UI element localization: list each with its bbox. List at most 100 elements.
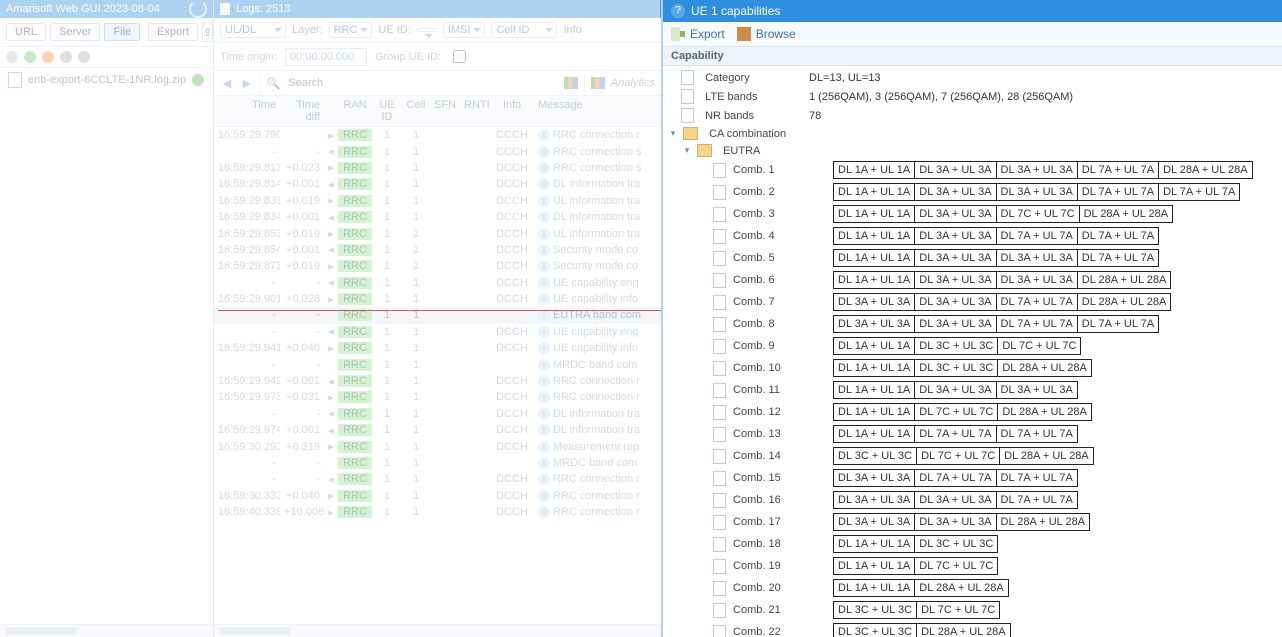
tree-row-comb[interactable]: Comb. 12DL 1A + UL 1ADL 7C + UL 7CDL 28A… xyxy=(663,401,1282,423)
info-icon: i xyxy=(538,441,550,453)
col-ran[interactable]: RAN xyxy=(338,96,372,126)
file-row[interactable]: enb-export-6CCLTE-1NR.log.zip xyxy=(0,68,213,92)
table-row[interactable]: 16:59:29.813+0.023▸RRC11DCCHiRRC connect… xyxy=(214,160,661,176)
table-row[interactable]: --RRC11iMRDC band com xyxy=(214,455,661,471)
analytics-icon[interactable] xyxy=(591,77,605,89)
tree-row-comb[interactable]: Comb. 13DL 1A + UL 1ADL 7A + UL 7ADL 7A … xyxy=(663,423,1282,445)
table-row[interactable]: 16:59:29.790▸RRC11CCCHiRRC connection r xyxy=(214,127,661,143)
tree-row-comb[interactable]: Comb. 18DL 1A + UL 1ADL 3C + UL 3C xyxy=(663,533,1282,555)
tree-row-comb[interactable]: Comb. 14DL 3C + UL 3CDL 7C + UL 7CDL 28A… xyxy=(663,445,1282,467)
chevron-down-icon[interactable] xyxy=(667,128,679,139)
table-row[interactable]: --◂RRC11DCCHiUE capability enq xyxy=(214,324,661,340)
export-button[interactable]: Export xyxy=(671,27,725,41)
document-icon xyxy=(713,251,726,266)
table-row[interactable]: 16:59:29.834+0.001◂RRC11DCCHiDL informat… xyxy=(214,209,661,225)
group-checkbox[interactable] xyxy=(453,50,466,63)
comb-cells: DL 1A + UL 1ADL 3A + UL 3ADL 3A + UL 3AD… xyxy=(833,247,1159,269)
col-info[interactable]: Info xyxy=(492,96,532,126)
tree-row-comb[interactable]: Comb. 8DL 3A + UL 3ADL 3A + UL 3ADL 7A +… xyxy=(663,313,1282,335)
search-input[interactable] xyxy=(286,76,558,90)
tree-row-comb[interactable]: Comb. 4DL 1A + UL 1ADL 3A + UL 3ADL 7A +… xyxy=(663,225,1282,247)
comb-cell: DL 28A + UL 28A xyxy=(1000,447,1094,465)
browse-button[interactable]: Browse xyxy=(737,27,796,41)
tree-row-comb[interactable]: Comb. 21DL 3C + UL 3CDL 7C + UL 7C xyxy=(663,599,1282,621)
table-row[interactable]: --◂RRC11DCCHiRRC connection r xyxy=(214,471,661,487)
tree-row-comb[interactable]: Comb. 3DL 1A + UL 1ADL 3A + UL 3ADL 7C +… xyxy=(663,203,1282,225)
tree-row-comb[interactable]: Comb. 15DL 3A + UL 3ADL 7A + UL 7ADL 7A … xyxy=(663,467,1282,489)
tree-row-eutra[interactable]: EUTRA xyxy=(663,142,1282,159)
tree-row-comb[interactable]: Comb. 9DL 1A + UL 1ADL 3C + UL 3CDL 7C +… xyxy=(663,335,1282,357)
next-icon[interactable]: ► xyxy=(240,75,254,91)
tree-row-comb[interactable]: Comb. 7DL 3A + UL 3ADL 3A + UL 3ADL 7A +… xyxy=(663,291,1282,313)
table-row[interactable]: 16:59:30.293+0.319▸RRC11DCCHiMeasurement… xyxy=(214,438,661,454)
document-icon xyxy=(713,163,726,178)
tab-server[interactable]: Server xyxy=(50,23,100,41)
tree-row-comb[interactable]: Comb. 16DL 3A + UL 3ADL 3A + UL 3ADL 7A … xyxy=(663,489,1282,511)
table-row[interactable]: --◂RRC11DCCHiUE capability enq xyxy=(214,275,661,291)
col-message[interactable]: Message xyxy=(532,96,661,126)
table-row[interactable]: 16:59:30.333+0.040▸RRC11DCCHiRRC connect… xyxy=(214,488,661,504)
table-row[interactable]: 16:59:29.814+0.001◂RRC11DCCHiDL informat… xyxy=(214,176,661,192)
refresh-icon[interactable] xyxy=(189,0,207,18)
table-row[interactable]: 16:59:29.973+0.031▸RRC11DCCHiRRC connect… xyxy=(214,389,661,405)
table-row[interactable]: --◂RRC11DCCHiDL information tra xyxy=(214,406,661,422)
col-time[interactable]: Time xyxy=(214,96,280,126)
document-icon xyxy=(713,383,726,398)
table-row[interactable]: 16:59:29.942+0.001◂RRC11DCCHiRRC connect… xyxy=(214,373,661,389)
table-row[interactable]: --RRC11iMRDC band com xyxy=(214,356,661,372)
col-ueid[interactable]: UE ID xyxy=(372,96,402,126)
table-row[interactable]: 16:59:29.873+0.019▸RRC11DCCHiSecurity mo… xyxy=(214,258,661,274)
help-icon[interactable]: ? xyxy=(671,4,685,18)
imsi-select[interactable]: IMSI xyxy=(443,22,486,38)
table-row[interactable]: 16:59:29.974+0.001◂RRC11DCCHiDL informat… xyxy=(214,422,661,438)
upload-icon[interactable]: ⇪ xyxy=(202,22,213,42)
chevron-down-icon[interactable] xyxy=(681,145,693,156)
tab-file[interactable]: File xyxy=(104,23,140,41)
tree-row-comb[interactable]: Comb. 22DL 3C + UL 3CDL 28A + UL 28A xyxy=(663,621,1282,637)
hscrollbar[interactable] xyxy=(0,624,213,637)
col-rnti[interactable]: RNTI xyxy=(460,96,492,126)
tree-row-comb[interactable]: Comb. 2DL 1A + UL 1ADL 3A + UL 3ADL 3A +… xyxy=(663,181,1282,203)
tree-row-category[interactable]: Category DL=13, UL=13 xyxy=(663,68,1282,87)
tree-row-comb[interactable]: Comb. 19DL 1A + UL 1ADL 7C + UL 7C xyxy=(663,555,1282,577)
tree-row-lte[interactable]: LTE bands 1 (256QAM), 3 (256QAM), 7 (256… xyxy=(663,87,1282,106)
table-row[interactable]: 16:59:29.853+0.019▸RRC11DCCHiUL informat… xyxy=(214,225,661,241)
col-timediff[interactable]: Time diff xyxy=(280,96,324,126)
ueid-select[interactable] xyxy=(417,28,437,32)
tree-row-ca[interactable]: CA combination xyxy=(663,125,1282,142)
tab-url[interactable]: URL xyxy=(6,23,46,41)
table-row[interactable]: 16:59:29.854+0.001◂RRC11DCCHiSecurity mo… xyxy=(214,242,661,258)
comb-cell: DL 3A + UL 3A xyxy=(833,293,915,311)
table-row[interactable]: 16:59:29.833+0.019▸RRC11DCCHiUL informat… xyxy=(214,193,661,209)
hscrollbar[interactable] xyxy=(214,624,661,637)
tree-row-comb[interactable]: Comb. 5DL 1A + UL 1ADL 3A + UL 3ADL 3A +… xyxy=(663,247,1282,269)
tree-row-comb[interactable]: Comb. 1DL 1A + UL 1ADL 3A + UL 3ADL 3A +… xyxy=(663,159,1282,181)
export-button[interactable]: Export xyxy=(148,23,198,41)
origin-input[interactable] xyxy=(285,48,367,66)
uldl-select[interactable]: UL/DL xyxy=(220,22,286,38)
tree-row-comb[interactable]: Comb. 10DL 1A + UL 1ADL 3C + UL 3CDL 28A… xyxy=(663,357,1282,379)
status-icons xyxy=(0,47,213,68)
chart-icon[interactable] xyxy=(564,77,578,89)
table-row[interactable]: 16:59:29.901+0.028▸RRC11DCCHiUE capabili… xyxy=(214,291,661,307)
search-bar: ◄ ► 🔍 Analytics xyxy=(214,71,661,96)
table-row[interactable]: --◂RRC11CCCHiRRC connection s xyxy=(214,143,661,159)
table-row[interactable]: 16:59:40.339+10.006▸RRC11DCCHiRRC connec… xyxy=(214,504,661,520)
layer-select[interactable]: RRC xyxy=(329,22,373,38)
comb-cells: DL 1A + UL 1ADL 28A + UL 28A xyxy=(833,577,1009,599)
cellid-select[interactable]: Cell ID xyxy=(491,22,557,38)
tree-row-comb[interactable]: Comb. 6DL 1A + UL 1ADL 3A + UL 3ADL 3A +… xyxy=(663,269,1282,291)
comb-cell: DL 1A + UL 1A xyxy=(833,161,915,179)
table-row[interactable]: 16:59:29.941+0.040▸RRC11DCCHiUE capabili… xyxy=(214,340,661,356)
col-cell[interactable]: Cell xyxy=(402,96,430,126)
col-sfn[interactable]: SFN xyxy=(430,96,460,126)
analytics-label[interactable]: Analytics xyxy=(611,77,655,89)
tree-row-comb[interactable]: Comb. 11DL 1A + UL 1ADL 3A + UL 3ADL 3A … xyxy=(663,379,1282,401)
tree-row-comb[interactable]: Comb. 17DL 3A + UL 3ADL 3A + UL 3ADL 28A… xyxy=(663,511,1282,533)
tree-row-nr[interactable]: NR bands 78 xyxy=(663,106,1282,125)
status-dot-icon xyxy=(24,51,36,63)
comb-cells: DL 3A + UL 3ADL 3A + UL 3ADL 7A + UL 7AD… xyxy=(833,291,1171,313)
tree-row-comb[interactable]: Comb. 20DL 1A + UL 1ADL 28A + UL 28A xyxy=(663,577,1282,599)
info-icon: i xyxy=(538,146,550,158)
prev-icon[interactable]: ◄ xyxy=(220,75,234,91)
